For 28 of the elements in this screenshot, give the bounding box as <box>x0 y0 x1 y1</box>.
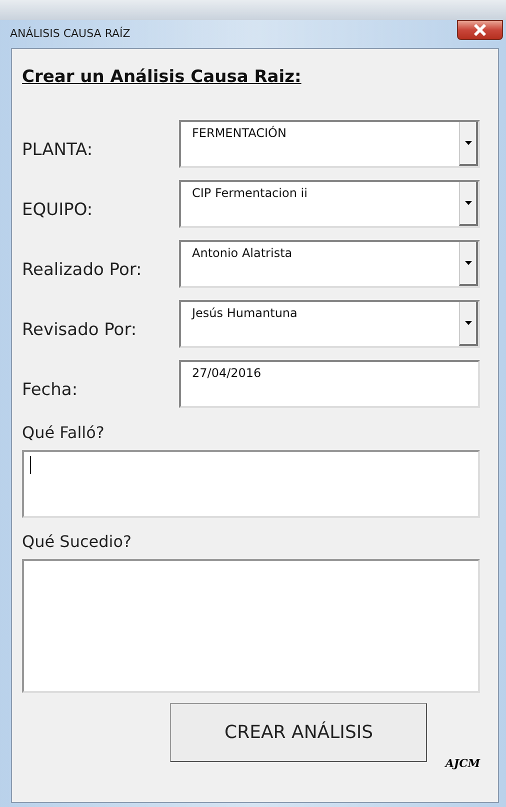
field-label: PLANTA: <box>22 139 94 160</box>
text-cursor <box>30 456 31 474</box>
dropdown-field[interactable]: Jesús Humantuna <box>179 300 480 348</box>
field-label: Qué Falló? <box>22 423 104 442</box>
date-field[interactable]: 27/04/2016 <box>179 360 480 408</box>
create-button[interactable]: CREAR ANÁLISIS <box>170 703 428 762</box>
text-area[interactable] <box>22 450 480 518</box>
dropdown-field[interactable]: FERMENTACIÓN <box>179 120 480 168</box>
field-label: Fecha: <box>22 379 79 400</box>
dropdown-button[interactable] <box>459 302 478 346</box>
caret-icon <box>464 141 472 145</box>
field-label: Revisado Por: <box>22 319 138 340</box>
signature-text: AJCM <box>445 757 480 770</box>
dropdown-button[interactable] <box>459 242 478 286</box>
caret-icon <box>464 261 472 265</box>
close-icon <box>473 24 487 36</box>
window-title: ANÁLISIS CAUSA RAÍZ <box>10 26 130 40</box>
form-heading: Crear un Análisis Causa Raiz: <box>22 67 302 87</box>
dropdown-button[interactable] <box>459 122 478 166</box>
close-button[interactable] <box>457 20 503 40</box>
dropdown-button[interactable] <box>459 182 478 226</box>
dropdown-field[interactable]: Antonio Alatrista <box>179 240 480 288</box>
caret-icon <box>464 201 472 205</box>
dropdown-field[interactable]: CIP Fermentacion ii <box>179 180 480 228</box>
field-label: Realizado Por: <box>22 259 143 280</box>
field-label: Qué Sucedio? <box>22 532 132 551</box>
field-label: EQUIPO: <box>22 199 94 220</box>
caret-icon <box>464 321 472 325</box>
